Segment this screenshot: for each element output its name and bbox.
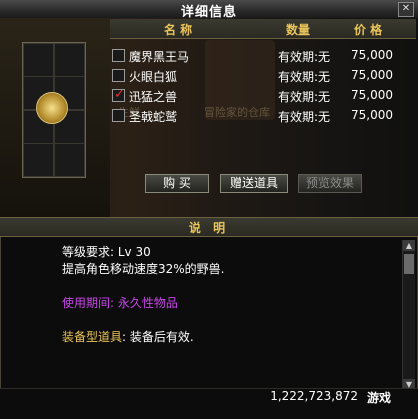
item-checkbox[interactable] [112, 49, 125, 62]
preview-effect-button[interactable]: 预览效果 [298, 174, 362, 193]
header-price: 价 格 [354, 23, 383, 37]
gift-item-button[interactable]: 赠送道具 [220, 174, 288, 193]
item-price: 75,000 [351, 108, 393, 122]
item-period: 有效期:无 [278, 50, 331, 64]
item-price: 75,000 [351, 48, 393, 62]
item-checkbox[interactable] [112, 69, 125, 82]
item-effect: 提高角色移动速度32%的野兽. [62, 262, 225, 276]
buy-button[interactable]: 购 买 [145, 174, 209, 193]
currency-label: 游戏 [366, 391, 391, 405]
item-row[interactable]: 魔界黑王马 有效期:无 75,000 [110, 47, 416, 64]
scroll-thumb[interactable] [404, 254, 414, 274]
item-name: 魔界黑王马 [129, 50, 190, 64]
description-header: 说 明 [0, 217, 418, 237]
scroll-up-icon[interactable]: ▲ [403, 240, 415, 251]
item-period: 有效期:无 [278, 90, 331, 104]
description-body: 等级要求: Lv 30 提高角色移动速度32%的野兽. 使用期间: 永久性物品 … [62, 244, 392, 346]
equip-type-label: 装备型道具 [62, 330, 123, 344]
description-scrollbar[interactable]: ▲ ▼ [402, 240, 415, 390]
item-period: 有效期:无 [278, 70, 331, 84]
checkmark-icon: ✓ [114, 87, 125, 102]
header-quantity: 数量 [286, 23, 311, 37]
item-name: 迅猛之兽 [129, 90, 178, 104]
item-row[interactable]: 圣戟蛇鹫 有效期:无 75,000 [110, 107, 416, 124]
equip-type-text: : 装备后有效. [122, 330, 194, 344]
item-name: 火眼白狐 [129, 70, 178, 84]
footer: 1,222,723,872 游戏 [0, 388, 418, 419]
level-requirement: 等级要求: Lv 30 [62, 245, 151, 259]
preview-slot [54, 43, 85, 77]
equip-line: 装备型道具: 装备后有效. [62, 329, 392, 346]
description-title: 说 明 [188, 221, 230, 235]
item-row[interactable]: ✓ 迅猛之兽 有效期:无 75,000 [110, 87, 416, 104]
item-name: 圣戟蛇鹫 [129, 110, 178, 124]
item-checkbox[interactable] [112, 109, 125, 122]
preview-slot [54, 143, 85, 177]
title-bar[interactable]: 详细信息 ✕ [0, 0, 418, 20]
medal-icon [36, 92, 68, 124]
item-price: 75,000 [351, 88, 393, 102]
header-name: 名 称 [164, 23, 193, 37]
item-price: 75,000 [351, 68, 393, 82]
money-amount: 1,222,723,872 [270, 389, 358, 403]
table-header: 名 称 数量 价 格 [110, 19, 416, 39]
item-period: 有效期:无 [278, 110, 331, 124]
preview-slot [23, 43, 54, 77]
close-icon[interactable]: ✕ [398, 2, 414, 17]
usage-period: 使用期间: 永久性物品 [62, 296, 178, 310]
item-checkbox[interactable]: ✓ [112, 87, 125, 102]
preview-slot [23, 143, 54, 177]
item-row[interactable]: 火眼白狐 有效期:无 75,000 [110, 67, 416, 84]
